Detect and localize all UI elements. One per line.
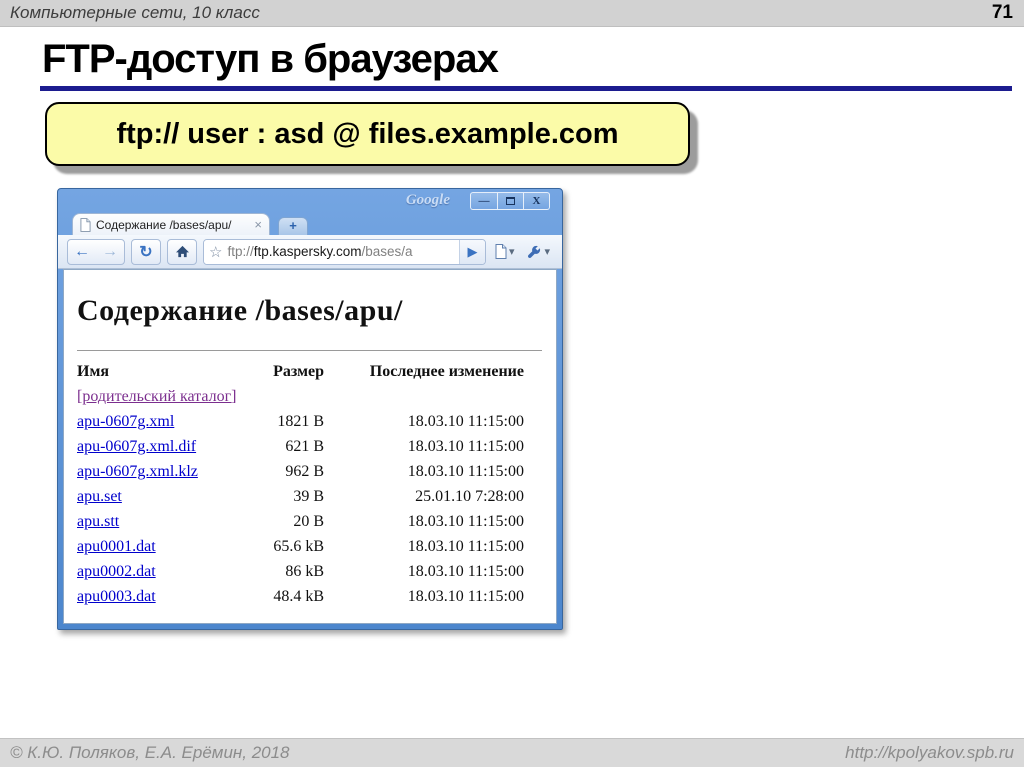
file-modified: 18.03.10 11:15:00 [407, 562, 524, 580]
table-row: apu-0607g.xml.klz 962 B 18.03.10 11:15:0… [77, 459, 556, 484]
url-scheme: ftp:// [227, 244, 254, 259]
file-link[interactable]: apu0001.dat [77, 538, 156, 555]
file-size: 48.4 kB [273, 587, 324, 605]
file-size: 86 kB [285, 562, 324, 580]
file-modified: 18.03.10 11:15:00 [407, 437, 524, 455]
reload-button-group: ↻ [131, 238, 161, 265]
window-controls: — X [470, 192, 550, 210]
page-menu-button[interactable]: ▾ [492, 239, 518, 265]
col-header-modified: Последнее изменение [369, 362, 524, 380]
file-modified: 18.03.10 11:15:00 [407, 462, 524, 480]
course-label: Компьютерные сети, 10 класс [10, 3, 260, 22]
file-modified: 25.01.10 7:28:00 [415, 487, 524, 505]
file-link[interactable]: apu-0607g.xml [77, 413, 174, 430]
ftp-table-body: [родительский каталог] apu-0607g.xml 182… [77, 384, 556, 609]
table-row: apu.stt 20 B 18.03.10 11:15:00 [77, 509, 556, 534]
slide: Компьютерные сети, 10 класс 71 FTP-досту… [0, 0, 1024, 767]
file-link[interactable]: apu-0607g.xml.dif [77, 438, 196, 455]
listing-heading: Содержание /bases/apu/ [77, 294, 403, 327]
bookmark-star-icon[interactable]: ☆ [209, 243, 222, 261]
back-button[interactable]: ← [68, 240, 96, 264]
title-underline [40, 86, 1012, 91]
new-tab-button[interactable]: + [278, 217, 308, 235]
file-link[interactable]: apu.stt [77, 513, 119, 530]
slide-header-bar: Компьютерные сети, 10 класс 71 [0, 0, 1024, 27]
table-row: apu-0607g.xml 1821 B 18.03.10 11:15:00 [77, 409, 556, 434]
file-modified: 18.03.10 11:15:00 [407, 587, 524, 605]
browser-window: Google — X Содержание /bases/apu/ × + ← [57, 188, 563, 630]
home-button-group [167, 238, 197, 265]
tab-strip: Содержание /bases/apu/ × + [58, 213, 562, 235]
page-content: Содержание /bases/apu/ Имя Размер Послед… [63, 269, 557, 624]
close-button[interactable]: X [523, 193, 549, 209]
tools-menu-caret: ▾ [544, 246, 550, 258]
col-header-name: Имя [77, 362, 109, 380]
browser-titlebar[interactable]: Google — X [58, 189, 562, 213]
tools-menu-button[interactable]: ▾ [523, 239, 553, 265]
file-size: 621 B [285, 437, 324, 455]
tab-ftp-listing[interactable]: Содержание /bases/apu/ × [72, 213, 270, 235]
copyright-text: © К.Ю. Поляков, Е.А. Ерёмин, 2018 [10, 743, 290, 762]
heading-divider [77, 350, 542, 351]
address-bar[interactable]: ☆ ftp://ftp.kaspersky.com/bases/a [204, 239, 459, 264]
file-link[interactable]: apu0002.dat [77, 563, 156, 580]
page-menu-icon [495, 244, 507, 259]
home-button[interactable] [168, 240, 196, 264]
page-title: FTP-доступ в браузерах [42, 37, 499, 81]
minimize-button[interactable]: — [471, 193, 497, 209]
table-row: apu0003.dat 48.4 kB 18.03.10 11:15:00 [77, 584, 556, 609]
maximize-icon [506, 197, 515, 205]
page-icon [80, 217, 91, 232]
page-number: 71 [991, 2, 1013, 23]
table-row: [родительский каталог] [77, 384, 556, 409]
tab-title: Содержание /bases/apu/ [96, 217, 232, 232]
table-header-row: Имя Размер Последнее изменение [77, 359, 556, 384]
file-modified: 18.03.10 11:15:00 [407, 512, 524, 530]
file-size: 962 B [285, 462, 324, 480]
url-path: /bases/a [361, 244, 413, 259]
col-header-size: Размер [273, 362, 324, 380]
file-link[interactable]: apu0003.dat [77, 588, 156, 605]
page-menu-caret: ▾ [508, 246, 515, 258]
maximize-button[interactable] [497, 193, 523, 209]
table-row: apu0002.dat 86 kB 18.03.10 11:15:00 [77, 559, 556, 584]
url-text: ftp://ftp.kaspersky.com/bases/a [227, 244, 412, 259]
home-icon [175, 245, 189, 258]
table-row: apu.set 39 B 25.01.10 7:28:00 [77, 484, 556, 509]
browser-toolbar: ← → ↻ ☆ ftp://ftp.kaspersky.com/bases/a … [58, 235, 562, 269]
tab-close-icon[interactable]: × [254, 218, 262, 231]
google-logo: Google [405, 192, 450, 208]
file-link[interactable]: apu.set [77, 488, 122, 505]
url-host: ftp.kaspersky.com [253, 244, 362, 259]
ftp-url-text: ftp:// user : asd @ files.example.com [116, 117, 619, 150]
file-link[interactable]: [родительский каталог] [77, 388, 236, 405]
file-size: 1821 B [277, 412, 324, 430]
reload-button[interactable]: ↻ [132, 240, 160, 264]
site-url: http://kpolyakov.spb.ru [845, 743, 1014, 762]
file-size: 20 B [293, 512, 324, 530]
file-modified: 18.03.10 11:15:00 [407, 412, 524, 430]
wrench-icon [528, 245, 541, 258]
table-row: apu-0607g.xml.dif 621 B 18.03.10 11:15:0… [77, 434, 556, 459]
file-link[interactable]: apu-0607g.xml.klz [77, 463, 198, 480]
slide-footer: © К.Ю. Поляков, Е.А. Ерёмин, 2018 http:/… [0, 738, 1024, 767]
ftp-url-callout: ftp:// user : asd @ files.example.com [45, 102, 690, 166]
file-size: 39 B [293, 487, 324, 505]
file-size: 65.6 kB [273, 537, 324, 555]
file-modified: 18.03.10 11:15:00 [407, 537, 524, 555]
forward-button[interactable]: → [96, 240, 124, 264]
nav-button-group: ← → [67, 238, 125, 265]
address-bar-group: ☆ ftp://ftp.kaspersky.com/bases/a ▶ [203, 238, 486, 265]
table-row: apu0001.dat 65.6 kB 18.03.10 11:15:00 [77, 534, 556, 559]
go-button[interactable]: ▶ [458, 239, 485, 264]
ftp-table: Имя Размер Последнее изменение [родитель… [77, 359, 556, 609]
